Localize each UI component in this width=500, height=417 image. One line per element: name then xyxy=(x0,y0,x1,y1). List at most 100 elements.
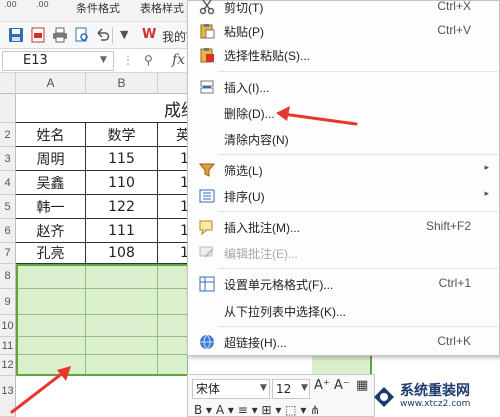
menu-item-delete[interactable]: 删除(D)... xyxy=(188,101,499,125)
column-header-a[interactable]: A xyxy=(16,73,86,94)
menu-item-label: 超链接(H)... xyxy=(224,336,287,350)
menu-item-label: 剪切(T) xyxy=(224,1,264,15)
menu-item-insert-comment[interactable]: 插入批注(M)... Shift+F2 xyxy=(188,215,499,239)
highlighted-cell[interactable] xyxy=(16,315,86,337)
table-cell[interactable]: 1 xyxy=(158,147,188,171)
name-box[interactable]: E13 xyxy=(2,51,114,71)
menu-item-pick-from-list[interactable]: 从下拉列表中选择(K)... xyxy=(188,299,499,323)
menu-item-cut[interactable]: 剪切(T) Ctrl+X xyxy=(188,0,499,19)
undo-icon[interactable] xyxy=(94,27,110,43)
table-cell[interactable]: 1 xyxy=(158,171,188,195)
sort-icon xyxy=(199,188,215,204)
row-header[interactable]: 11 xyxy=(0,337,16,355)
highlighted-cell[interactable] xyxy=(158,315,188,337)
table-cell[interactable]: 115 xyxy=(86,147,158,171)
table-style-button[interactable]: 表格样式 xyxy=(140,0,184,16)
highlighted-cell[interactable] xyxy=(86,264,158,289)
row-header[interactable]: 3 xyxy=(0,147,16,171)
grow-font-button[interactable]: A⁺ xyxy=(314,378,330,393)
chevron-down-icon[interactable]: ▼ xyxy=(301,383,308,393)
table-cell[interactable]: 韩一 xyxy=(16,195,86,219)
conditional-format-button[interactable]: 条件格式 xyxy=(76,0,120,16)
column-header-c[interactable] xyxy=(158,73,188,94)
row-header[interactable]: 2 xyxy=(0,123,16,147)
menu-item-format-cells[interactable]: 设置单元格格式(F)... Ctrl+1 xyxy=(188,272,499,296)
chevron-down-icon[interactable]: ▼ xyxy=(120,28,128,41)
highlighted-cell[interactable] xyxy=(86,355,158,376)
highlighted-cell[interactable] xyxy=(158,337,188,355)
mini-format-toolbar: 宋体 ▼ 12 ▼ A⁺ A⁻ ▦ B ▾ A ▾ ≡ ▾ ⊞ ▾ ⬚ ▾ ⋔ xyxy=(187,374,375,417)
table-cell[interactable]: 1 xyxy=(158,195,188,219)
table-cell[interactable]: 108 xyxy=(86,243,158,264)
row-header[interactable]: 4 xyxy=(0,171,16,195)
table-header-cell[interactable]: 英 xyxy=(158,123,188,147)
font-select[interactable]: 宋体 xyxy=(192,379,270,399)
menu-item-edit-comment[interactable]: 编辑批注(E)... xyxy=(188,241,499,265)
column-header-b[interactable]: B xyxy=(86,73,158,94)
paste-icon xyxy=(199,23,215,39)
table-cell[interactable]: 吴鑫 xyxy=(16,171,86,195)
highlighted-cell[interactable] xyxy=(16,289,86,315)
row-header[interactable]: 10 xyxy=(0,315,16,337)
row-header[interactable]: 7 xyxy=(0,243,16,264)
table-header-cell[interactable]: 数学 xyxy=(86,123,158,147)
row-header[interactable]: 8 xyxy=(0,264,16,289)
table-cell[interactable]: 110 xyxy=(86,171,158,195)
table-header-cell[interactable]: 姓名 xyxy=(16,123,86,147)
menu-item-hyperlink[interactable]: 超链接(H)... Ctrl+K xyxy=(188,330,499,354)
highlighted-cell[interactable] xyxy=(86,289,158,315)
menu-item-filter[interactable]: 筛选(L) ▸ xyxy=(188,158,499,182)
row-header[interactable] xyxy=(0,94,16,123)
highlighted-cell[interactable] xyxy=(86,337,158,355)
print-icon[interactable] xyxy=(52,27,68,43)
watermark-logo-icon xyxy=(374,386,394,407)
row-header[interactable]: 13 xyxy=(0,376,16,417)
select-all-corner[interactable] xyxy=(0,73,16,94)
row-header[interactable]: 12 xyxy=(0,355,16,376)
row-header[interactable]: 9 xyxy=(0,289,16,315)
menu-item-label: 设置单元格格式(F)... xyxy=(224,278,334,292)
highlighted-cell[interactable] xyxy=(86,315,158,337)
menu-item-sort[interactable]: 排序(U) ▸ xyxy=(188,184,499,208)
table-cell[interactable]: 孔亮 xyxy=(16,243,86,264)
menu-item-paste[interactable]: 粘贴(P) Ctrl+V xyxy=(188,19,499,43)
print-preview-icon[interactable] xyxy=(74,27,90,43)
menu-item-label: 粘贴(P) xyxy=(224,25,264,39)
save-icon[interactable] xyxy=(8,27,24,43)
zoom-icon[interactable]: ⚲ xyxy=(144,53,153,67)
chevron-down-icon[interactable]: ▼ xyxy=(260,383,267,393)
menu-divider xyxy=(218,211,498,212)
menu-item-insert[interactable]: 插入(I)... xyxy=(188,75,499,99)
highlighted-cell[interactable] xyxy=(16,355,86,376)
table-cell[interactable]: 122 xyxy=(86,195,158,219)
mini-toolbar-row2[interactable]: B ▾ A ▾ ≡ ▾ ⊞ ▾ ⬚ ▾ ⋔ xyxy=(194,403,320,417)
highlighted-cell[interactable] xyxy=(158,355,188,376)
fx-icon[interactable]: fx xyxy=(172,52,185,68)
menu-item-paste-special[interactable]: 选择性粘贴(S)... xyxy=(188,43,499,67)
table-cell[interactable]: 周明 xyxy=(16,147,86,171)
menu-item-label: 清除内容(N) xyxy=(224,133,289,147)
comment-icon xyxy=(199,219,215,236)
table-cell[interactable]: 111 xyxy=(86,219,158,243)
decimal-increase-button[interactable]: .00 xyxy=(4,0,17,9)
table-cell[interactable]: 1 xyxy=(158,243,188,264)
shrink-font-button[interactable]: A⁻ xyxy=(334,378,350,393)
menu-item-shortcut: Ctrl+X xyxy=(437,0,471,13)
highlighted-cell[interactable] xyxy=(158,264,188,289)
pdf-export-icon[interactable] xyxy=(30,27,46,43)
decimal-decrease-button[interactable]: .00 xyxy=(36,0,49,9)
context-menu: 剪切(T) Ctrl+X 粘贴(P) Ctrl+V 选择性粘贴(S)... 插入… xyxy=(187,0,500,356)
format-painter-icon[interactable]: ▦ xyxy=(356,378,368,393)
chevron-down-icon[interactable]: ▼ xyxy=(100,55,107,65)
hyperlink-icon xyxy=(199,334,215,350)
row-header[interactable]: 6 xyxy=(0,219,16,243)
highlighted-cell[interactable] xyxy=(16,337,86,355)
table-cell[interactable]: 赵齐 xyxy=(16,219,86,243)
row-header[interactable]: 5 xyxy=(0,195,16,219)
highlighted-cell[interactable] xyxy=(158,289,188,315)
table-cell[interactable]: 1 xyxy=(158,219,188,243)
highlighted-cell[interactable] xyxy=(16,264,86,289)
menu-item-label: 编辑批注(E)... xyxy=(224,247,298,261)
menu-item-clear-contents[interactable]: 清除内容(N) xyxy=(188,127,499,151)
menu-item-label: 选择性粘贴(S)... xyxy=(224,49,310,63)
